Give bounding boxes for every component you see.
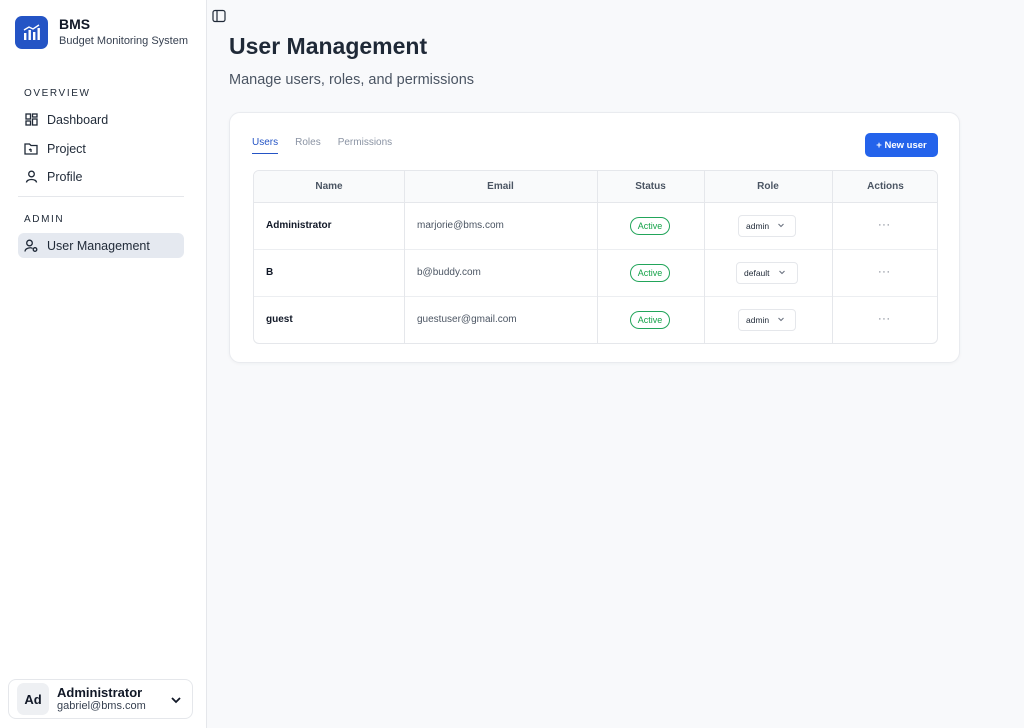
- role-value: default: [744, 268, 770, 278]
- user-email-cell: b@buddy.com: [417, 267, 481, 278]
- column-header-status: Status: [635, 181, 666, 192]
- page-title: User Management: [229, 33, 428, 59]
- status-badge: Active: [630, 264, 670, 282]
- sidebar-item-label: Profile: [47, 169, 83, 184]
- table-row: Administrator marjorie@bms.com Active ad…: [254, 203, 937, 250]
- status-badge: Active: [630, 311, 670, 329]
- role-value: admin: [746, 315, 770, 325]
- sidebar-item-label: Dashboard: [47, 112, 109, 127]
- user-email-cell: guestuser@gmail.com: [417, 314, 517, 325]
- user-name-cell: guest: [266, 314, 293, 325]
- more-actions-icon[interactable]: ···: [878, 266, 891, 278]
- sidebar-item-profile[interactable]: Profile: [18, 164, 184, 189]
- folder-icon: [24, 142, 38, 156]
- tab-permissions[interactable]: Permissions: [338, 137, 392, 154]
- sidebar-divider: [18, 196, 184, 197]
- sidebar-item-user-management[interactable]: User Management: [18, 233, 184, 258]
- users-card: Users Roles Permissions + New user Name …: [229, 112, 960, 363]
- sidebar-item-dashboard[interactable]: Dashboard: [18, 107, 184, 132]
- dashboard-icon: [24, 113, 38, 127]
- user-name: Administrator: [57, 685, 143, 700]
- chevron-down-icon: [778, 268, 786, 278]
- column-header-role: Role: [757, 181, 779, 192]
- role-value: admin: [746, 221, 770, 231]
- column-divider: [597, 171, 598, 343]
- tab-users[interactable]: Users: [252, 137, 279, 154]
- user-name-cell: Administrator: [266, 220, 332, 231]
- column-header-actions: Actions: [867, 181, 904, 192]
- table-header: Name Email Status Role Actions: [254, 171, 937, 203]
- status-badge: Active: [630, 217, 670, 235]
- sidebar-item-label: User Management: [47, 238, 150, 253]
- more-actions-icon[interactable]: ···: [878, 219, 891, 231]
- user-name-cell: B: [266, 267, 274, 278]
- user-email-cell: marjorie@bms.com: [417, 220, 504, 231]
- column-divider: [832, 171, 833, 343]
- chevron-down-icon: [777, 315, 785, 325]
- role-select[interactable]: admin: [738, 309, 796, 331]
- column-divider: [704, 171, 705, 343]
- role-select[interactable]: default: [736, 262, 798, 284]
- table-row: B b@buddy.com Active default ···: [254, 250, 937, 297]
- column-divider: [404, 171, 405, 343]
- user-menu[interactable]: Ad Administrator gabriel@bms.com: [8, 679, 193, 719]
- brand-title: BMS: [59, 16, 91, 32]
- sidebar-item-project[interactable]: Project: [18, 136, 184, 161]
- chevron-down-icon[interactable]: [170, 693, 182, 711]
- bar-chart-logo-icon: [15, 16, 48, 49]
- new-user-button[interactable]: + New user: [865, 133, 938, 157]
- user-email: gabriel@bms.com: [57, 700, 146, 712]
- tabs: Users Roles Permissions: [252, 137, 409, 154]
- section-label-overview: OVERVIEW: [24, 88, 91, 99]
- section-label-admin: ADMIN: [24, 214, 65, 225]
- role-select[interactable]: admin: [738, 215, 796, 237]
- table-row: guest guestuser@gmail.com Active admin ·…: [254, 297, 937, 343]
- avatar: Ad: [17, 683, 49, 715]
- tab-roles[interactable]: Roles: [295, 137, 321, 154]
- users-table: Name Email Status Role Actions Administr…: [253, 170, 938, 344]
- sidebar-toggle-icon[interactable]: [212, 9, 226, 23]
- column-header-name: Name: [315, 181, 343, 192]
- page-subtitle: Manage users, roles, and permissions: [229, 72, 475, 88]
- more-actions-icon[interactable]: ···: [878, 313, 891, 325]
- brand[interactable]: BMS Budget Monitoring System: [15, 16, 188, 49]
- sidebar: BMS Budget Monitoring System OVERVIEW Da…: [0, 0, 207, 728]
- brand-subtitle: Budget Monitoring System: [59, 35, 189, 47]
- sidebar-item-label: Project: [47, 141, 86, 156]
- column-header-email: Email: [487, 181, 514, 192]
- user-settings-icon: [24, 239, 38, 253]
- user-icon: [24, 170, 38, 184]
- chevron-down-icon: [777, 221, 785, 231]
